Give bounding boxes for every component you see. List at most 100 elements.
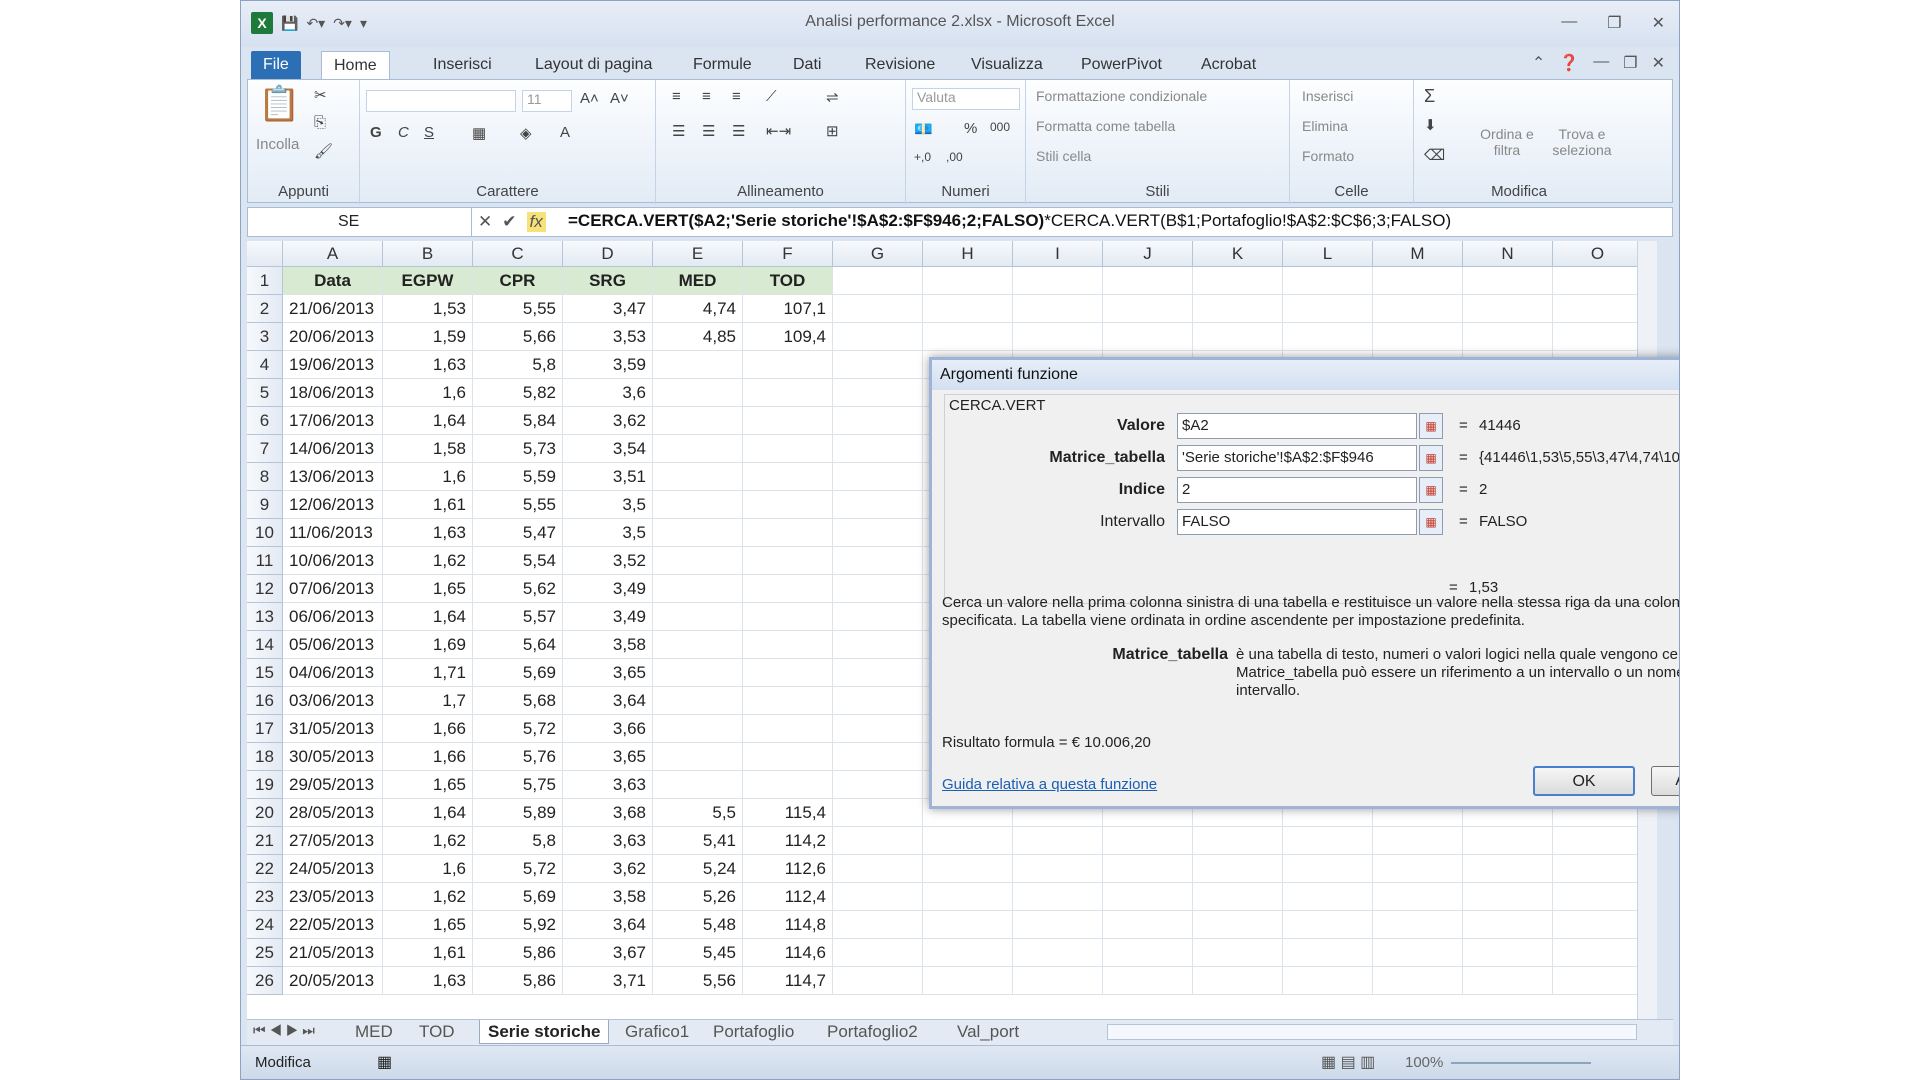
cell[interactable]: 1,63 [383, 351, 473, 379]
cell[interactable] [833, 631, 923, 659]
cell[interactable] [1103, 267, 1193, 295]
cell[interactable]: 3,53 [563, 323, 653, 351]
cancel-formula-icon[interactable]: ✕ [478, 212, 492, 232]
cell[interactable] [1463, 295, 1553, 323]
column-header[interactable]: F [743, 241, 833, 267]
number-format-box[interactable]: Valuta [912, 88, 1020, 110]
cell[interactable] [653, 715, 743, 743]
sheet-tab[interactable]: Val_port [949, 1020, 1027, 1044]
cell[interactable] [833, 855, 923, 883]
cell[interactable]: 5,69 [473, 883, 563, 911]
cell[interactable]: 5,57 [473, 603, 563, 631]
sheet-tab[interactable]: MED [347, 1020, 401, 1044]
cell[interactable]: 5,8 [473, 827, 563, 855]
font-name-box[interactable] [366, 90, 516, 112]
cell[interactable] [833, 715, 923, 743]
column-header[interactable]: L [1283, 241, 1373, 267]
sheet-tab[interactable]: Portafoglio [705, 1020, 802, 1044]
row-header[interactable]: 19 [247, 771, 283, 799]
delete-cells-button[interactable]: Elimina [1302, 118, 1348, 134]
currency-icon[interactable]: 💶 [914, 120, 933, 138]
cell[interactable] [743, 575, 833, 603]
cell[interactable] [1463, 939, 1553, 967]
row-header[interactable]: 5 [247, 379, 283, 407]
cell[interactable] [653, 463, 743, 491]
cell[interactable] [1373, 855, 1463, 883]
cell[interactable] [833, 407, 923, 435]
cell[interactable]: 28/05/2013 [283, 799, 383, 827]
cell[interactable] [1103, 967, 1193, 995]
cell[interactable] [1103, 323, 1193, 351]
clear-icon[interactable]: ⌫ [1424, 146, 1445, 164]
indent-icon[interactable]: ⇤⇥ [766, 122, 791, 140]
cell[interactable] [833, 575, 923, 603]
cell[interactable] [833, 603, 923, 631]
cell[interactable] [1373, 827, 1463, 855]
cell[interactable]: 1,6 [383, 463, 473, 491]
cell[interactable] [1013, 827, 1103, 855]
cell[interactable]: 1,61 [383, 491, 473, 519]
cell[interactable] [1193, 939, 1283, 967]
paste-icon[interactable]: 📋 [258, 84, 300, 124]
cell[interactable]: 3,52 [563, 547, 653, 575]
cell[interactable]: 5,48 [653, 911, 743, 939]
cell[interactable] [1553, 267, 1643, 295]
cell[interactable] [833, 547, 923, 575]
cell[interactable]: 22/05/2013 [283, 911, 383, 939]
cell[interactable] [833, 295, 923, 323]
cell[interactable]: 1,53 [383, 295, 473, 323]
row-header[interactable]: 4 [247, 351, 283, 379]
insert-function-icon[interactable]: fx [526, 212, 546, 232]
row-header[interactable]: 25 [247, 939, 283, 967]
horizontal-scrollbar[interactable] [1107, 1024, 1637, 1040]
cell[interactable] [1553, 939, 1643, 967]
cell[interactable]: 23/05/2013 [283, 883, 383, 911]
cell[interactable] [833, 799, 923, 827]
grow-font-icon[interactable]: A˄ [580, 90, 599, 107]
cell[interactable] [1463, 267, 1553, 295]
cell[interactable]: 3,64 [563, 687, 653, 715]
row-header[interactable]: 24 [247, 911, 283, 939]
cell[interactable] [1013, 911, 1103, 939]
cell[interactable] [743, 631, 833, 659]
row-header[interactable]: 18 [247, 743, 283, 771]
cell[interactable]: 20/06/2013 [283, 323, 383, 351]
cell[interactable]: 1,61 [383, 939, 473, 967]
cell[interactable]: 1,63 [383, 519, 473, 547]
cell[interactable]: 5,41 [653, 827, 743, 855]
cell[interactable]: 5,8 [473, 351, 563, 379]
cell[interactable]: 3,51 [563, 463, 653, 491]
cell[interactable]: 3,71 [563, 967, 653, 995]
cell[interactable]: 5,56 [653, 967, 743, 995]
cell[interactable] [1193, 883, 1283, 911]
cell[interactable] [1553, 323, 1643, 351]
cell[interactable]: 5,82 [473, 379, 563, 407]
formula-input[interactable]: =CERCA.VERT($A2;'Serie storiche'!$A$2:$F… [568, 211, 1451, 231]
cell[interactable]: 13/06/2013 [283, 463, 383, 491]
cell[interactable] [743, 379, 833, 407]
align-middle-icon[interactable]: ≡ [702, 88, 711, 105]
cell[interactable]: 114,7 [743, 967, 833, 995]
shrink-font-icon[interactable]: A˅ [610, 90, 629, 107]
cell[interactable]: 3,59 [563, 351, 653, 379]
row-header[interactable]: 17 [247, 715, 283, 743]
cell[interactable]: 5,86 [473, 939, 563, 967]
cell[interactable]: 3,5 [563, 519, 653, 547]
enter-formula-icon[interactable]: ✔ [502, 212, 516, 232]
cell[interactable]: 1,64 [383, 603, 473, 631]
cell[interactable] [1103, 855, 1193, 883]
cell[interactable] [1283, 827, 1373, 855]
cell[interactable] [1553, 911, 1643, 939]
range-select-icon[interactable]: ▦ [1419, 445, 1443, 471]
tab-layout[interactable]: Layout di pagina [523, 51, 664, 79]
cell[interactable]: 5,54 [473, 547, 563, 575]
select-all-corner[interactable] [247, 241, 283, 267]
autosum-icon[interactable]: Σ [1424, 86, 1435, 107]
cell[interactable] [1283, 855, 1373, 883]
cell[interactable] [1013, 939, 1103, 967]
cell[interactable]: 1,66 [383, 743, 473, 771]
maximize-icon[interactable]: ❐ [1607, 13, 1621, 33]
cell[interactable]: 1,65 [383, 575, 473, 603]
row-header[interactable]: 8 [247, 463, 283, 491]
cell[interactable] [1193, 855, 1283, 883]
